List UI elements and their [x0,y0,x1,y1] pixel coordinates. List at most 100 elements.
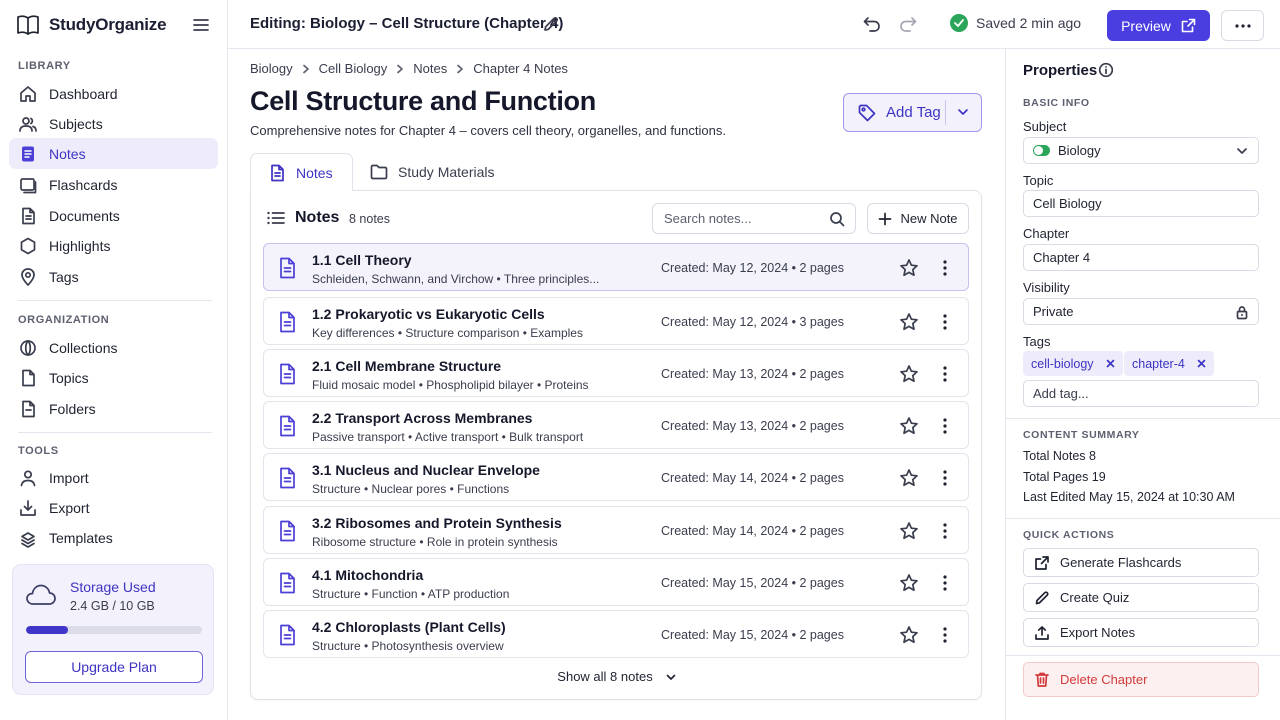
document-icon [276,256,298,280]
chapter-label: Chapter [1023,226,1070,241]
generate-flashcards-button[interactable]: Generate Flashcards [1023,548,1259,577]
sidebar-item-collections[interactable]: Collections [9,332,218,363]
folder-icon [18,399,38,419]
sidebar-item-subjects[interactable]: Subjects [9,108,218,139]
star-icon[interactable] [899,468,919,488]
more-vertical-icon[interactable] [935,521,955,541]
star-icon[interactable] [899,625,919,645]
chevron-down-icon[interactable] [956,105,970,119]
more-vertical-icon[interactable] [935,573,955,593]
sidebar-item-folders[interactable]: Folders [9,393,218,424]
new-note-button[interactable]: New Note [867,203,969,234]
document-icon [276,571,298,595]
action-label: Generate Flashcards [1060,555,1182,570]
more-vertical-icon[interactable] [935,416,955,436]
chapter-field[interactable]: Chapter 4 [1023,244,1259,271]
more-options-button[interactable] [1221,10,1264,41]
sidebar-item-label: Subjects [49,115,103,132]
hamburger-menu-icon[interactable] [190,14,212,36]
document-icon [267,163,287,183]
document-icon [276,362,298,386]
sidebar-item-notes[interactable]: Notes [9,138,218,169]
topic-field[interactable]: Cell Biology [1023,190,1259,217]
storage-usage: 2.4 GB / 10 GB [70,599,155,613]
more-vertical-icon[interactable] [935,258,955,278]
list-item[interactable]: 2.1 Cell Membrane Structure Fluid mosaic… [263,349,969,397]
list-item[interactable]: 2.2 Transport Across Membranes Passive t… [263,401,969,449]
chevron-right-icon [302,64,310,74]
sidebar-item-templates[interactable]: Templates [9,522,218,553]
sidebar-item-documents[interactable]: Documents [9,200,218,231]
sidebar-item-export[interactable]: Export [9,492,218,523]
create-quiz-button[interactable]: Create Quiz [1023,583,1259,612]
star-icon[interactable] [899,364,919,384]
close-icon[interactable] [1106,359,1115,368]
export-notes-button[interactable]: Export Notes [1023,618,1259,647]
tab-notes[interactable]: Notes [250,153,353,191]
star-icon[interactable] [899,573,919,593]
more-vertical-icon[interactable] [935,312,955,332]
breadcrumb-item[interactable]: Biology [250,61,293,76]
upgrade-plan-button[interactable]: Upgrade Plan [25,651,203,683]
top-bar: Editing: Biology – Cell Structure (Chapt… [228,0,1280,49]
add-tag-input[interactable]: Add tag... [1023,380,1259,407]
breadcrumb-item[interactable]: Cell Biology [319,61,388,76]
add-tag-button[interactable]: Add Tag [843,93,982,132]
star-icon[interactable] [899,416,919,436]
more-vertical-icon[interactable] [935,468,955,488]
list-item[interactable]: 3.2 Ribosomes and Protein Synthesis Ribo… [263,506,969,554]
sidebar-item-highlights[interactable]: Highlights [9,230,218,261]
tag-chip[interactable]: cell-biology [1023,351,1123,376]
redo-icon[interactable] [898,14,918,34]
info-icon[interactable] [1098,62,1114,78]
delete-chapter-button[interactable]: Delete Chapter [1023,662,1259,697]
collections-icon [18,338,38,358]
sidebar-item-dashboard[interactable]: Dashboard [9,78,218,109]
search-placeholder: Search notes... [664,211,752,226]
subject-select[interactable]: Biology [1023,137,1259,164]
tab-study-materials[interactable]: Study Materials [369,153,494,190]
search-input[interactable]: Search notes... [652,203,856,234]
list-item[interactable]: 4.2 Chloroplasts (Plant Cells) Structure… [263,610,969,658]
list-item[interactable]: 4.1 Mitochondria Structure • Function • … [263,558,969,606]
more-vertical-icon[interactable] [935,625,955,645]
storage-progress-bar [26,626,202,634]
sidebar-item-import[interactable]: Import [9,462,218,493]
breadcrumb-item[interactable]: Chapter 4 Notes [473,61,568,76]
tag-chip-label: cell-biology [1031,356,1094,371]
note-summary: Structure • Nuclear pores • Functions [312,482,510,496]
notes-icon [18,144,38,164]
note-title: 2.1 Cell Membrane Structure [312,358,502,374]
templates-icon [18,528,38,548]
notes-panel: Notes 8 notes Search notes... New Note 1… [250,190,982,700]
storage-card: Storage Used 2.4 GB / 10 GB Upgrade Plan [12,564,214,695]
star-icon[interactable] [899,312,919,332]
undo-icon[interactable] [862,14,882,34]
breadcrumb-item[interactable]: Notes [413,61,447,76]
star-icon[interactable] [899,258,919,278]
list-item[interactable]: 1.1 Cell Theory Schleiden, Schwann, and … [263,243,969,291]
star-icon[interactable] [899,521,919,541]
note-title: 4.2 Chloroplasts (Plant Cells) [312,619,506,635]
list-item[interactable]: 1.2 Prokaryotic vs Eukaryotic Cells Key … [263,297,969,345]
close-icon[interactable] [1197,359,1206,368]
page-subtitle: Comprehensive notes for Chapter 4 – cove… [250,123,726,138]
sidebar-item-topics[interactable]: Topics [9,362,218,393]
preview-button[interactable]: Preview [1107,10,1210,41]
tags-label: Tags [1023,334,1051,349]
tag-chip[interactable]: chapter-4 [1124,351,1214,376]
note-meta: Created: May 14, 2024 • 2 pages [661,471,844,485]
more-vertical-icon[interactable] [935,364,955,384]
visibility-select[interactable]: Private [1023,298,1259,325]
brand-name: StudyOrganize [49,15,167,34]
visibility-label: Visibility [1023,280,1070,295]
show-all-notes-button[interactable]: Show all 8 notes [251,669,983,684]
list-item[interactable]: 3.1 Nucleus and Nuclear Envelope Structu… [263,453,969,501]
sidebar-item-tags[interactable]: Tags [9,261,218,292]
brand[interactable]: StudyOrganize [16,12,167,38]
sidebar-item-flashcards[interactable]: Flashcards [9,169,218,200]
breadcrumb: Biology Cell Biology Notes Chapter 4 Not… [250,61,568,76]
chevron-right-icon [396,64,404,74]
pencil-edit-icon[interactable] [542,15,560,33]
action-label: Create Quiz [1060,590,1130,605]
